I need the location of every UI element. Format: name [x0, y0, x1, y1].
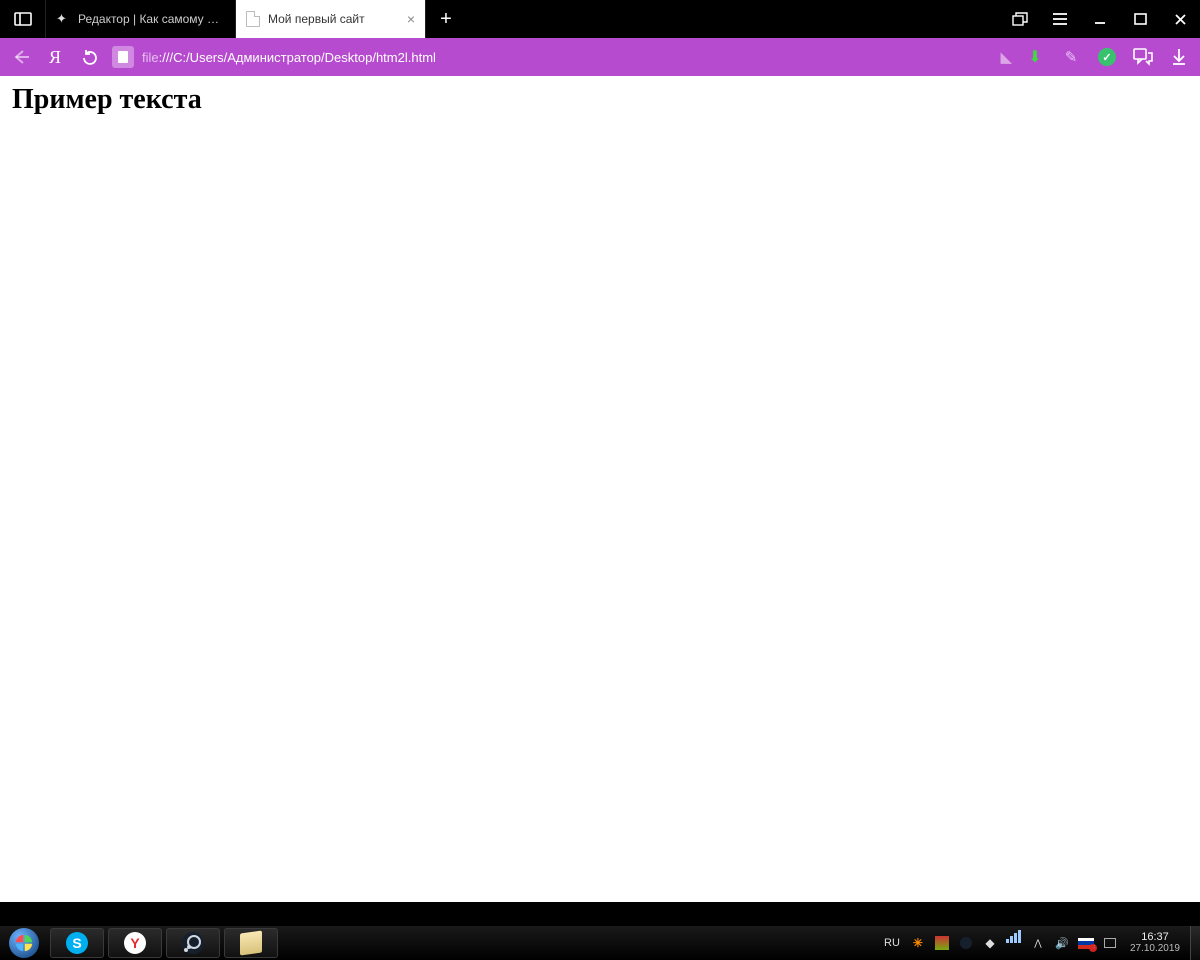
page-icon [112, 46, 134, 68]
tab-label: Редактор | Как самому нап [78, 12, 225, 26]
skype-icon: S [66, 932, 88, 954]
feedback-button[interactable] [1130, 44, 1156, 70]
download-arrow-button[interactable] [1166, 44, 1192, 70]
extension-feather-icon[interactable]: ✎ [1058, 44, 1084, 70]
taskbar-app-notes[interactable] [224, 928, 278, 958]
page-viewport[interactable]: Пример текста [0, 76, 1200, 902]
protect-status-button[interactable]: ✓ [1094, 44, 1120, 70]
bookmark-icon[interactable]: ◣ [1000, 48, 1012, 66]
tray-overflow-button[interactable] [1030, 935, 1046, 951]
url-field[interactable]: file:///C:/Users/Администратор/Desktop/h… [112, 43, 994, 71]
file-icon [246, 11, 260, 27]
url-scheme: file [142, 50, 159, 65]
tray-action-center-icon[interactable] [1102, 935, 1118, 951]
browser-window: Редактор | Как самому нап Мой первый сай… [0, 0, 1200, 960]
tray-gpu-icon[interactable] [934, 935, 950, 951]
system-tray: ✳ ◆ × [904, 926, 1124, 960]
tab-my-first-site[interactable]: Мой первый сайт × [236, 0, 426, 38]
tray-network-icon[interactable] [1006, 935, 1022, 951]
show-desktop-button[interactable] [1190, 926, 1200, 960]
tab-label: Мой первый сайт [268, 12, 399, 26]
taskbar-app-yandex-browser[interactable]: Y [108, 928, 162, 958]
steam-icon [182, 932, 204, 954]
minimize-button[interactable] [1080, 0, 1120, 38]
windows-logo-icon [9, 928, 39, 958]
language-indicator[interactable]: RU [880, 937, 904, 949]
tray-app-icon[interactable]: ◆ [982, 935, 998, 951]
tray-antivirus-icon[interactable]: ✳ [910, 935, 926, 951]
taskbar-clock[interactable]: 16:37 27.10.2019 [1124, 932, 1186, 954]
yandex-home-button[interactable]: Я [38, 42, 72, 72]
new-tab-button[interactable]: + [426, 0, 466, 38]
yandex-browser-icon: Y [124, 932, 146, 954]
taskbar-app-skype[interactable]: S [50, 928, 104, 958]
notebook-icon [240, 930, 262, 955]
tab-editor[interactable]: Редактор | Как самому нап [46, 0, 236, 38]
sidebar-toggle-button[interactable] [0, 0, 46, 38]
clock-date: 27.10.2019 [1130, 944, 1180, 955]
address-bar: Я file:///C:/Users/Администратор/Desktop… [0, 38, 1200, 76]
address-bar-actions: ⬇ ✎ ✓ [1014, 44, 1192, 70]
maximize-button[interactable] [1120, 0, 1160, 38]
menu-button[interactable] [1040, 0, 1080, 38]
copy-window-button[interactable] [1000, 0, 1040, 38]
tray-keyboard-layout-icon[interactable]: × [1078, 935, 1094, 951]
close-window-button[interactable] [1160, 0, 1200, 38]
tray-steam-icon[interactable] [958, 935, 974, 951]
taskbar: S Y RU ✳ ◆ × 16:37 27.10.2019 [0, 926, 1200, 960]
sparkle-icon [56, 12, 70, 26]
tray-volume-icon[interactable] [1054, 935, 1070, 951]
titlebar-spacer [466, 0, 1000, 38]
clock-time: 16:37 [1130, 932, 1180, 944]
downloads-button[interactable]: ⬇ [1022, 44, 1048, 70]
yandex-icon: Я [49, 47, 61, 68]
shield-check-icon: ✓ [1098, 48, 1116, 66]
taskbar-app-steam[interactable] [166, 928, 220, 958]
close-tab-button[interactable]: × [407, 11, 415, 27]
back-button[interactable] [4, 42, 38, 72]
titlebar: Редактор | Как самому нап Мой первый сай… [0, 0, 1200, 38]
window-border-gap [0, 902, 1200, 926]
window-controls [1000, 0, 1200, 38]
start-button[interactable] [0, 926, 48, 960]
page-heading: Пример текста [12, 84, 1188, 116]
url-path: :///C:/Users/Администратор/Desktop/htm2l… [159, 50, 436, 65]
reload-button[interactable] [72, 42, 106, 72]
